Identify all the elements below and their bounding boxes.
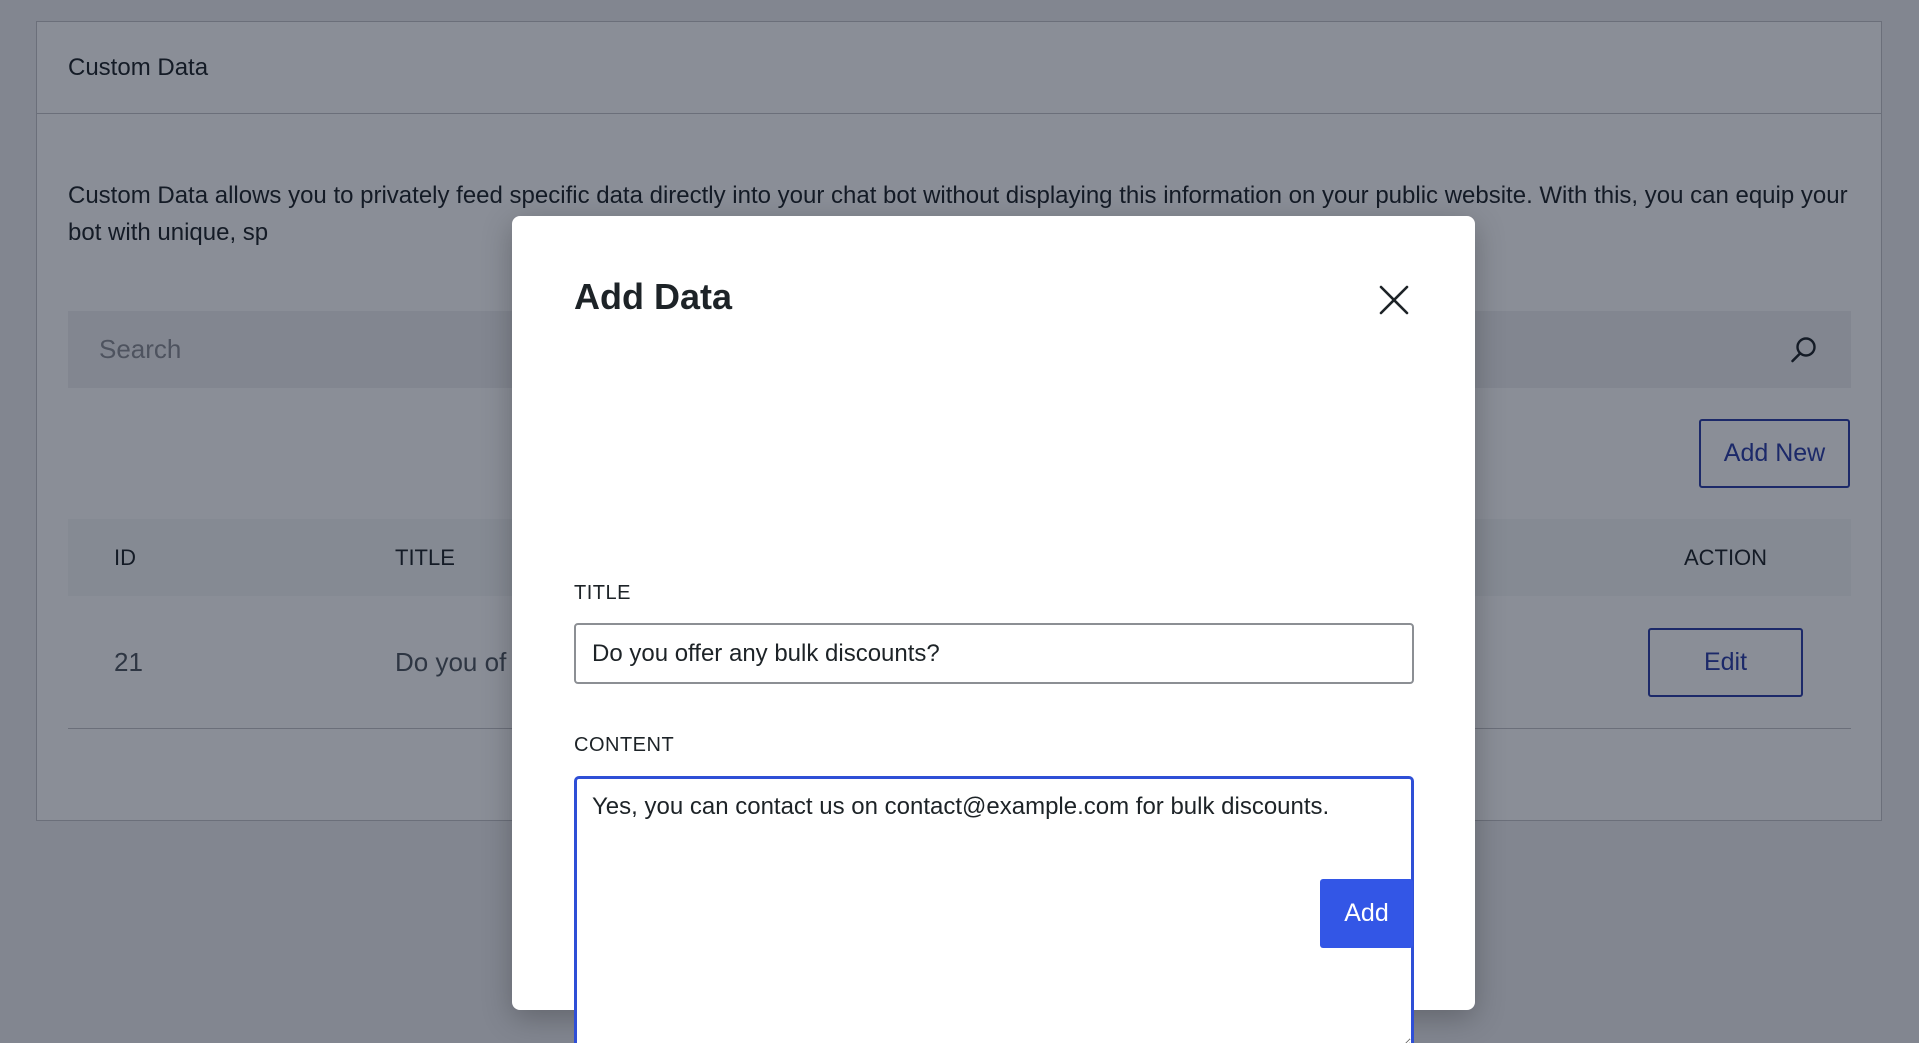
add-data-modal: Add Data TITLE CONTENT Yes, you can cont… — [512, 216, 1475, 1043]
close-icon[interactable] — [1372, 278, 1416, 322]
add-button[interactable]: Add — [1320, 879, 1413, 948]
title-label: TITLE — [574, 582, 631, 604]
title-input[interactable] — [574, 623, 1414, 684]
content-label: CONTENT — [574, 734, 675, 756]
content-textarea[interactable]: Yes, you can contact us on contact@examp… — [574, 776, 1414, 1043]
modal-title: Add Data — [574, 276, 733, 317]
